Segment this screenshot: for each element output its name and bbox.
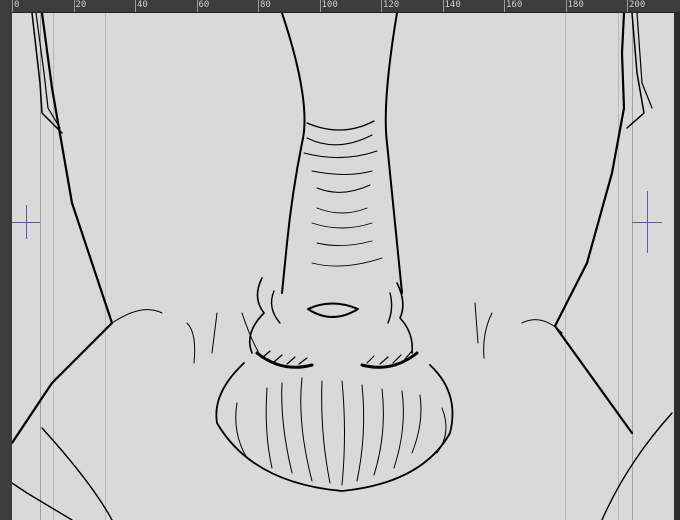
ruler-label: 40	[137, 0, 148, 10]
canvas-scroll-edge[interactable]	[674, 13, 680, 520]
ruler-label: 180	[567, 0, 584, 10]
ruler-label: 20	[75, 0, 87, 10]
ruler-label: 140	[444, 0, 461, 10]
ruler-tick	[627, 0, 628, 12]
ruler-label: 120	[383, 0, 400, 10]
ruler-label: 60	[198, 0, 210, 10]
canvas-area	[12, 13, 680, 520]
line-art-illustration	[12, 13, 673, 520]
ruler-label: 0	[14, 0, 20, 10]
ruler-tick	[258, 0, 259, 12]
ruler-tick	[442, 0, 444, 12]
ruler-tick	[504, 0, 505, 12]
ruler-tick	[73, 0, 75, 12]
ruler-label: 160	[506, 0, 523, 10]
drawing-canvas[interactable]	[12, 13, 674, 520]
ruler-tick	[565, 0, 567, 12]
ruler-label: 80	[260, 0, 271, 10]
ruler-tick	[381, 0, 382, 12]
horizontal-ruler[interactable]: 0 20 40 60 80 100 120 140 160 180 200	[0, 0, 680, 13]
ruler-tick	[12, 0, 13, 12]
ruler-tick	[319, 0, 321, 12]
ruler-tick	[135, 0, 136, 12]
ruler-label: 100	[321, 0, 338, 10]
ruler-tick	[196, 0, 198, 12]
ruler-label: 200	[629, 0, 646, 10]
